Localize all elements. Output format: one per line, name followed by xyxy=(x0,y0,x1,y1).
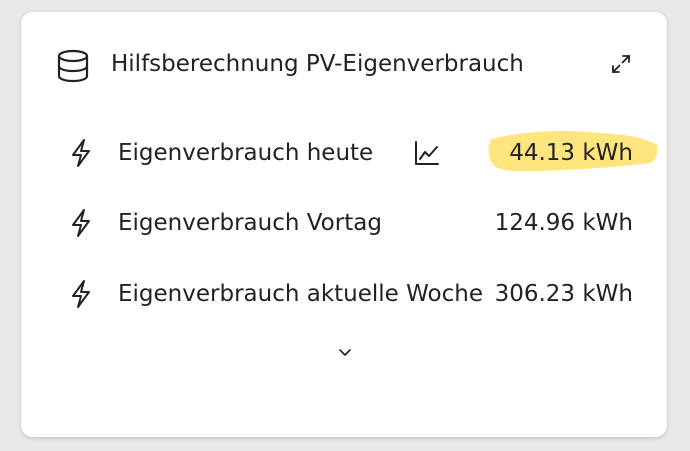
lightning-icon xyxy=(72,209,90,237)
entity-label: Eigenverbrauch aktuelle Woche xyxy=(118,281,483,307)
chart-line-icon[interactable] xyxy=(413,139,441,167)
entity-value: 124.96 kWh xyxy=(494,210,633,236)
entity-row-eigenverbrauch-woche[interactable]: Eigenverbrauch aktuelle Woche 306.23 kWh xyxy=(21,274,667,314)
expand-icon[interactable] xyxy=(609,52,633,76)
entity-label: Eigenverbrauch heute xyxy=(118,140,374,166)
lightning-icon xyxy=(72,280,90,308)
entity-row-eigenverbrauch-heute[interactable]: Eigenverbrauch heute 44.13 kWh xyxy=(21,131,667,173)
database-icon xyxy=(57,49,89,83)
lightning-icon xyxy=(72,139,90,167)
chevron-down-icon[interactable] xyxy=(335,342,355,362)
entity-value: 44.13 kWh xyxy=(509,140,633,166)
entity-value: 306.23 kWh xyxy=(494,281,633,307)
card-title: Hilfsberechnung PV-Eigenverbrauch xyxy=(111,51,524,77)
entity-label: Eigenverbrauch Vortag xyxy=(118,210,382,236)
entity-row-eigenverbrauch-vortag[interactable]: Eigenverbrauch Vortag 124.96 kWh xyxy=(21,203,667,243)
entity-card: Hilfsberechnung PV-Eigenverbrauch Eigenv… xyxy=(21,12,667,437)
